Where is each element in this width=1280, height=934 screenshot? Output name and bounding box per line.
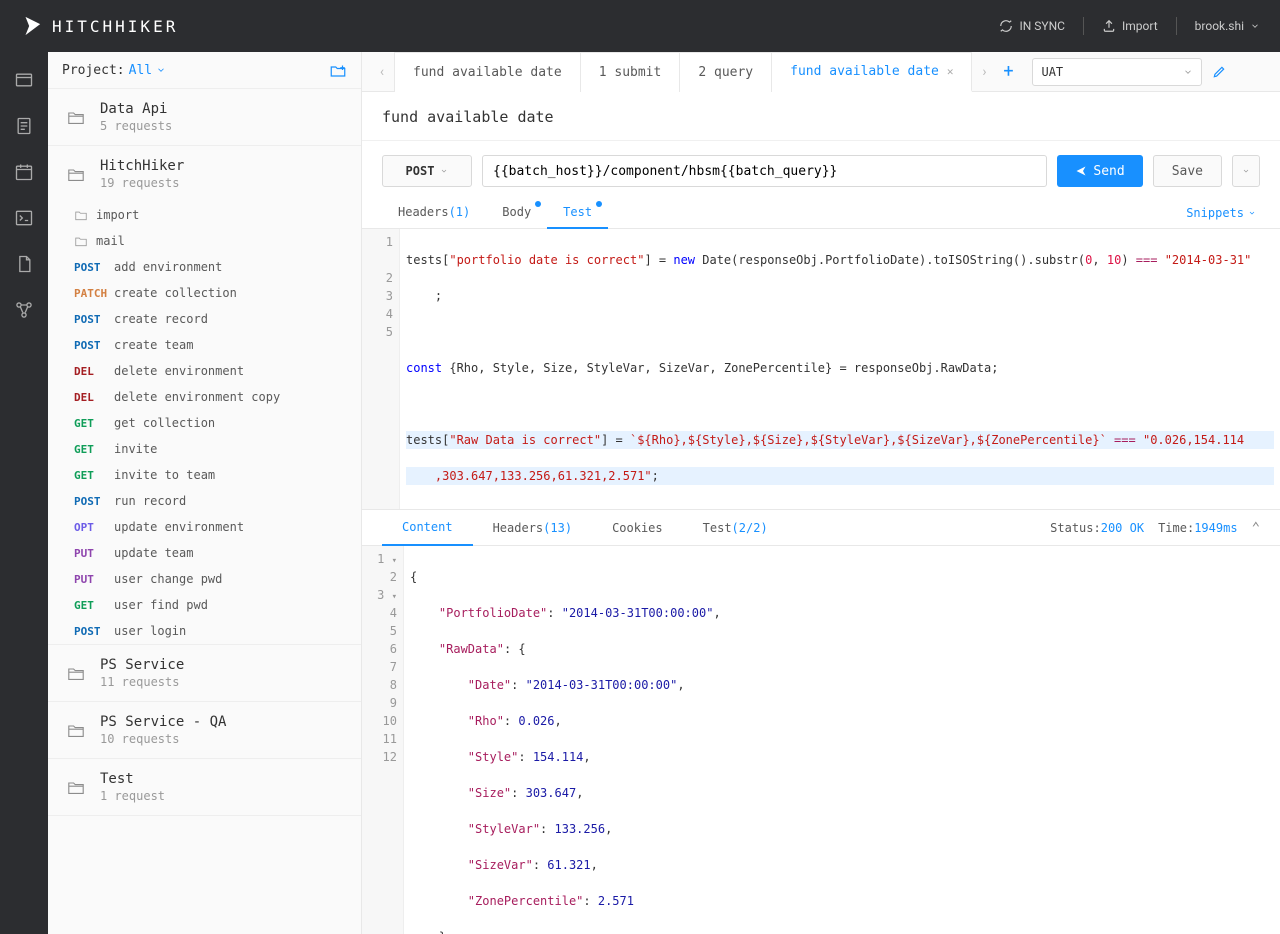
request-item[interactable]: PUTupdate team [48, 540, 361, 566]
add-collection-button[interactable] [329, 62, 347, 78]
dot-indicator [596, 201, 602, 207]
environment-select[interactable]: UAT [1032, 58, 1202, 86]
logo-icon [20, 15, 42, 37]
brand-logo: HITCHHIKER [20, 15, 178, 37]
request-tab[interactable]: 1 submit [581, 52, 681, 92]
nav-collections-icon[interactable] [14, 70, 34, 90]
request-item[interactable]: GETinvite [48, 436, 361, 462]
upload-icon [1102, 19, 1116, 33]
folder-icon [66, 722, 86, 738]
resp-tab-test[interactable]: Test(2/2) [683, 511, 788, 545]
nav-doc-icon[interactable] [14, 116, 34, 136]
resp-tab-content[interactable]: Content [382, 510, 473, 546]
request-tab[interactable]: 2 query [680, 52, 772, 92]
request-item[interactable]: POSTuser login [48, 618, 361, 644]
chevron-down-icon [440, 167, 448, 175]
save-button[interactable]: Save [1153, 155, 1222, 187]
folder-icon [66, 166, 86, 182]
request-item[interactable]: PUTuser change pwd [48, 566, 361, 592]
close-icon[interactable]: ✕ [947, 65, 954, 78]
folder-icon [74, 235, 88, 247]
chevron-down-icon [156, 65, 166, 75]
request-item[interactable]: POSTcreate record [48, 306, 361, 332]
send-button[interactable]: Send [1057, 155, 1142, 187]
folder-icon [74, 209, 88, 221]
chevron-down-icon [1183, 67, 1193, 77]
collection-header[interactable]: Data Api5 requests [48, 89, 361, 145]
sync-icon [999, 19, 1013, 33]
resp-tab-headers[interactable]: Headers(13) [473, 511, 592, 545]
folder-item[interactable]: import [48, 202, 361, 228]
subtab-test[interactable]: Test [547, 197, 608, 229]
collection-header[interactable]: Test1 request [48, 759, 361, 815]
request-tab[interactable]: fund available date✕ [772, 52, 972, 92]
request-item[interactable]: GETget collection [48, 410, 361, 436]
nav-rail [0, 52, 48, 934]
response-viewer[interactable]: 1 ▾23 ▾456789101112 { "PortfolioDate": "… [362, 546, 1280, 934]
tabs-scroll-right[interactable]: › [972, 64, 996, 80]
nav-schedule-icon[interactable] [14, 162, 34, 182]
sync-status[interactable]: IN SYNC [999, 19, 1065, 33]
nav-terminal-icon[interactable] [14, 208, 34, 228]
request-tab[interactable]: fund available date [394, 52, 581, 92]
app-header: HITCHHIKER IN SYNC Import brook.shi [0, 0, 1280, 52]
url-input[interactable] [482, 155, 1047, 187]
save-options-button[interactable] [1232, 155, 1260, 187]
collection-header[interactable]: PS Service11 requests [48, 645, 361, 701]
nav-file-icon[interactable] [14, 254, 34, 274]
collapse-response-button[interactable]: ⌃ [1252, 520, 1260, 536]
folder-icon [66, 665, 86, 681]
folder-item[interactable]: mail [48, 228, 361, 254]
request-tabbar: ‹ fund available date1 submit2 queryfund… [362, 52, 1280, 92]
subtab-body[interactable]: Body [486, 197, 547, 228]
chevron-down-icon [1248, 209, 1256, 217]
request-item[interactable]: DELdelete environment [48, 358, 361, 384]
folder-icon [66, 779, 86, 795]
project-filter[interactable]: Project: All [48, 52, 361, 89]
request-item[interactable]: GETinvite to team [48, 462, 361, 488]
snippets-button[interactable]: Snippets [1182, 197, 1260, 228]
request-title: fund available date [362, 92, 1280, 141]
nav-api-icon[interactable] [14, 300, 34, 320]
collection-header[interactable]: PS Service - QA10 requests [48, 702, 361, 758]
dot-indicator [535, 201, 541, 207]
request-item[interactable]: POSTcreate team [48, 332, 361, 358]
chevron-down-icon [1242, 167, 1250, 175]
request-item[interactable]: OPTupdate environment [48, 514, 361, 540]
request-item[interactable]: DELdelete environment copy [48, 384, 361, 410]
pencil-icon [1212, 65, 1226, 79]
edit-env-button[interactable] [1212, 65, 1226, 79]
request-item[interactable]: POSTrun record [48, 488, 361, 514]
sidebar: Project: All Data Api5 requestsHitchHike… [48, 52, 362, 934]
tabs-scroll-left[interactable]: ‹ [370, 64, 394, 80]
folder-icon [66, 109, 86, 125]
resp-tab-cookies[interactable]: Cookies [592, 511, 683, 545]
new-tab-button[interactable]: + [996, 61, 1020, 82]
method-select[interactable]: POST [382, 155, 472, 187]
request-item[interactable]: GETuser find pwd [48, 592, 361, 618]
request-item[interactable]: PATCHcreate collection [48, 280, 361, 306]
collection-header[interactable]: HitchHiker19 requests [48, 146, 361, 202]
import-button[interactable]: Import [1102, 19, 1158, 33]
test-editor[interactable]: 12345 tests["portfolio date is correct"]… [362, 229, 1280, 509]
user-menu[interactable]: brook.shi [1195, 19, 1260, 33]
send-icon [1075, 165, 1087, 177]
subtab-headers[interactable]: Headers(1) [382, 197, 486, 228]
main-content: ‹ fund available date1 submit2 queryfund… [362, 52, 1280, 934]
request-item[interactable]: POSTadd environment [48, 254, 361, 280]
brand-text: HITCHHIKER [52, 17, 178, 36]
chevron-down-icon [1250, 21, 1260, 31]
